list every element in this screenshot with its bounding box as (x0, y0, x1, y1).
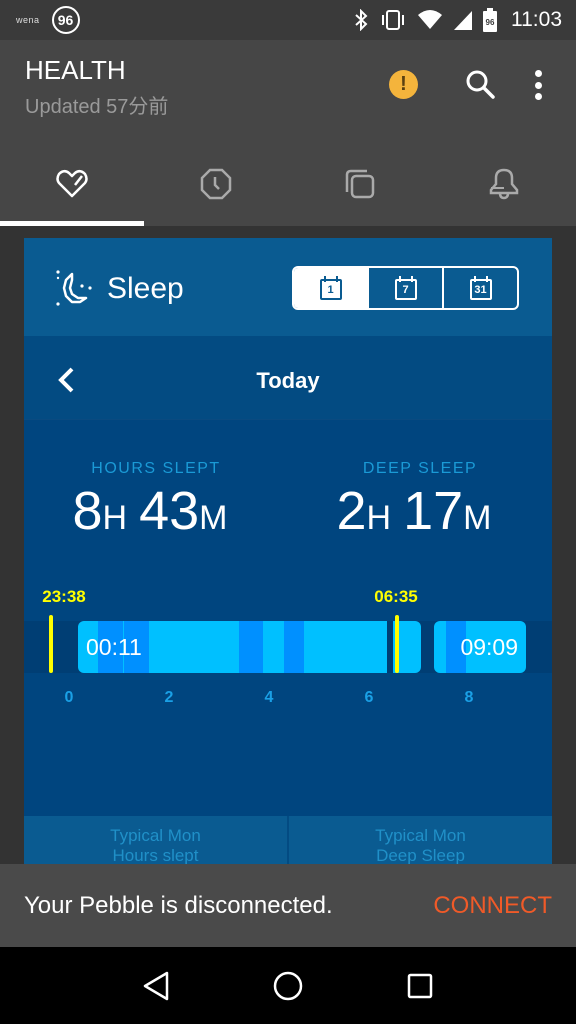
calendar-week-icon: 7 (394, 276, 417, 300)
stat-label: DEEP SLEEP (362, 460, 478, 477)
typical-line: Typical Mon (110, 826, 201, 845)
back-icon[interactable] (141, 970, 171, 1002)
axis-tick: 0 (65, 689, 74, 706)
typical-line: Deep Sleep (376, 846, 465, 865)
battery-icon: 96 (483, 8, 497, 32)
typical-end-marker (395, 615, 399, 673)
stat-minutes-unit: M (463, 499, 492, 537)
calendar-ring (335, 276, 338, 282)
app-bar: HEALTH Updated 57分前 ! (0, 40, 576, 226)
tab-notifications[interactable] (432, 146, 576, 222)
search-icon (466, 70, 495, 99)
wifi-icon (418, 10, 442, 29)
page-title: HEALTH (25, 55, 126, 85)
snackbar-message: Your Pebble is disconnected. (24, 891, 333, 919)
sleep-timeline-chart: 23:38 06:35 00:11 09:09 0 2 4 6 8 (24, 587, 552, 706)
clock-icon (200, 168, 232, 200)
date-navigator: Today (24, 338, 552, 420)
stat-value: 8H 43M (24, 480, 288, 542)
stat-minutes: 17 (403, 481, 464, 541)
deep-sleep-segment (284, 621, 304, 673)
typical-line: Typical Mon (375, 826, 466, 845)
connect-button[interactable]: CONNECT (433, 892, 552, 920)
stat-hours: 8 (72, 481, 103, 541)
axis-tick: 4 (265, 689, 274, 706)
tab-health[interactable] (0, 146, 144, 222)
range-toggle: 1 7 31 (292, 266, 519, 310)
deep-sleep-segment (239, 621, 263, 673)
sleep-card: Sleep 1 7 31 Today HOURS SLEPT 8H 43M DE… (24, 238, 552, 864)
calendar-label: 1 (319, 279, 342, 300)
search-button[interactable] (464, 68, 496, 100)
tab-apps[interactable] (288, 146, 432, 222)
range-month-button[interactable]: 31 (442, 268, 517, 308)
hours-slept-stat: HOURS SLEPT 8H 43M (24, 460, 288, 542)
stat-label: HOURS SLEPT (91, 460, 221, 477)
typical-line: Hours slept (112, 846, 199, 865)
calendar-ring (410, 276, 413, 282)
bell-icon (489, 168, 519, 200)
more-dot (534, 93, 542, 100)
calendar-month-icon: 31 (469, 276, 492, 300)
stat-hours: 2 (336, 481, 367, 541)
more-dot (534, 70, 542, 77)
deep-sleep-stat: DEEP SLEEP 2H 17M (288, 460, 552, 542)
sleep-start-label: 00:11 (86, 634, 142, 660)
content-area: Sleep 1 7 31 Today HOURS SLEPT 8H 43M DE… (0, 226, 576, 864)
date-label: Today (256, 368, 320, 393)
last-updated: Updated 57分前 (25, 96, 169, 118)
typical-start-marker (49, 615, 53, 673)
disconnected-snackbar: Your Pebble is disconnected. CONNECT (0, 864, 576, 947)
warning-icon: ! (400, 73, 407, 95)
stat-minutes-unit: M (199, 499, 228, 537)
session-gap (387, 621, 393, 673)
system-nav-bar (0, 947, 576, 1024)
axis-tick: 8 (465, 689, 474, 706)
warning-button[interactable]: ! (389, 70, 418, 99)
recents-icon[interactable] (405, 971, 435, 1001)
bluetooth-icon (355, 9, 368, 31)
calendar-ring (323, 276, 326, 282)
tab-bar (0, 146, 576, 226)
typical-end-label: 06:35 (374, 587, 417, 606)
signal-icon (454, 11, 472, 30)
calendar-label: 7 (394, 279, 417, 300)
calendar-ring (473, 276, 476, 282)
stat-minutes: 43 (139, 481, 200, 541)
calendar-label: 31 (469, 279, 492, 300)
sleep-end-label: 09:09 (460, 634, 518, 660)
status-bar: wena 96 96 11:03 (0, 0, 576, 40)
stack-icon (345, 169, 375, 199)
stat-hours-unit: H (366, 499, 392, 537)
calendar-ring (485, 276, 488, 282)
tab-watch[interactable] (144, 146, 288, 222)
calendar-ring (398, 276, 401, 282)
axis-tick: 2 (165, 689, 174, 706)
home-icon[interactable] (272, 970, 304, 1002)
axis-tick: 6 (365, 689, 374, 706)
stat-value: 2H 17M (288, 480, 552, 542)
notification-badge: 96 (51, 6, 80, 34)
sleep-moon-icon (56, 270, 92, 306)
range-day-button[interactable]: 1 (294, 268, 367, 308)
vibrate-icon (382, 10, 404, 30)
battery-level: 96 (486, 18, 495, 27)
card-header: Sleep 1 7 31 (24, 238, 552, 338)
calendar-day-icon: 1 (319, 276, 342, 300)
card-title: Sleep (107, 272, 184, 305)
sleep-stats: HOURS SLEPT 8H 43M DEEP SLEEP 2H 17M (24, 420, 552, 570)
status-brand: wena (16, 15, 40, 25)
more-options-button[interactable] (526, 70, 550, 100)
range-week-button[interactable]: 7 (367, 268, 442, 308)
stat-hours-unit: H (102, 499, 128, 537)
more-dot (534, 81, 542, 89)
heart-icon (56, 170, 88, 198)
typical-start-label: 23:38 (42, 587, 85, 606)
clock-time: 11:03 (511, 8, 562, 31)
